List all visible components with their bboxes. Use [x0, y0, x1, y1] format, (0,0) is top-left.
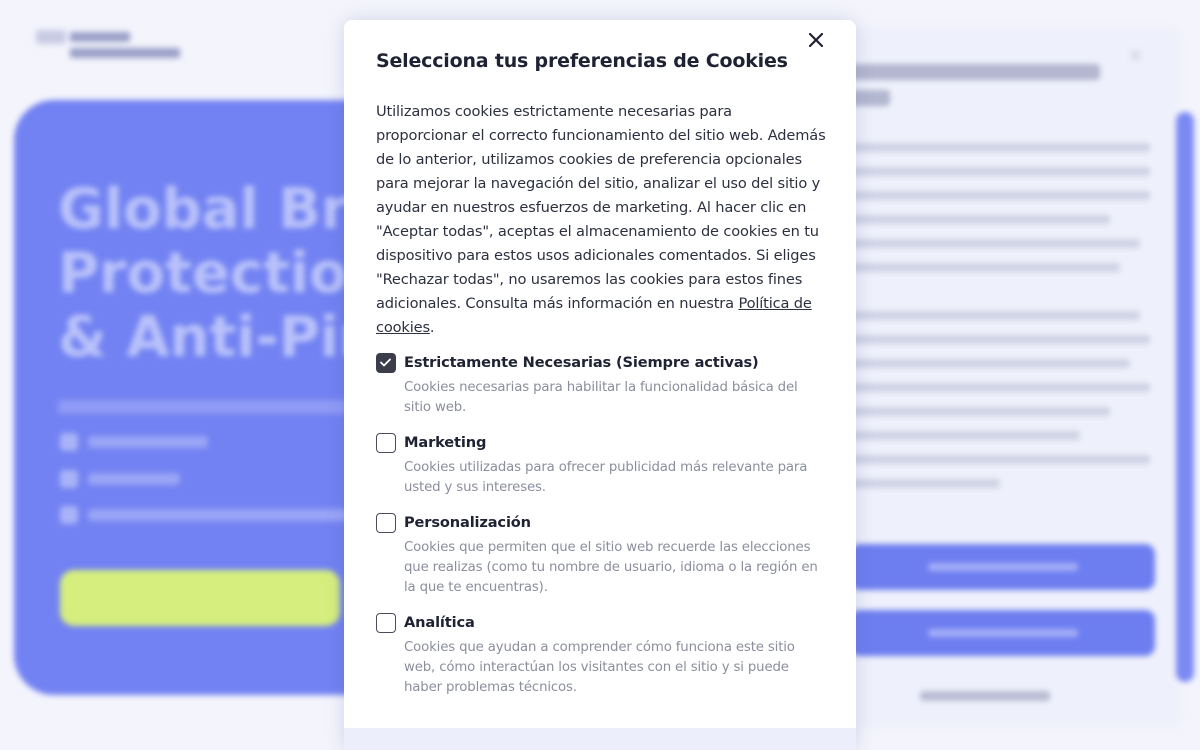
checkmark-icon [380, 358, 391, 367]
hero-bullet-text [88, 473, 180, 485]
hero-cta-button [60, 570, 340, 626]
option-description: Cookies utilizadas para ofrecer publicid… [404, 460, 808, 495]
hero-bullet-icon [60, 433, 78, 451]
cookie-side-panel: ✕ [810, 28, 1180, 728]
option-description: Cookies necesarias para habilitar la fun… [404, 380, 798, 415]
option-title: Marketing [404, 434, 487, 451]
panel-preferences-link [920, 691, 1050, 701]
intro-end: . [429, 319, 435, 336]
option-description: Cookies que ayudan a comprender cómo fun… [404, 640, 795, 695]
intro-body: Utilizamos cookies estrictamente necesar… [376, 103, 826, 312]
analytics-checkbox[interactable] [376, 613, 396, 633]
site-logo [36, 28, 186, 62]
option-description: Cookies que permiten que el sitio web re… [404, 540, 818, 595]
hero-bullet-icon [60, 470, 78, 488]
modal-title: Selecciona tus preferencias de Cookies [376, 50, 788, 72]
modal-footer [344, 728, 856, 750]
option-title: Personalización [404, 514, 531, 531]
necessary-checkbox[interactable] [376, 353, 396, 373]
close-button[interactable] [804, 28, 828, 52]
panel-accept-button [850, 544, 1155, 590]
background-scrollbar [1176, 112, 1194, 682]
option-title: Analítica [404, 614, 475, 631]
hero-bullet-icon [60, 506, 78, 524]
hero-bullet-text [88, 509, 348, 521]
marketing-checkbox[interactable] [376, 433, 396, 453]
cookie-preferences-modal: Selecciona tus preferencias de Cookies U… [344, 20, 856, 750]
intro-text: Utilizamos cookies estrictamente necesar… [376, 100, 826, 340]
hero-subtitle [58, 400, 348, 414]
option-title: Estrictamente Necesarias (Siempre activa… [404, 354, 759, 371]
panel-reject-button [850, 610, 1155, 656]
personalization-checkbox[interactable] [376, 513, 396, 533]
panel-close-icon: ✕ [1128, 46, 1144, 67]
hero-bullet-text [88, 436, 208, 448]
close-icon [809, 33, 823, 47]
